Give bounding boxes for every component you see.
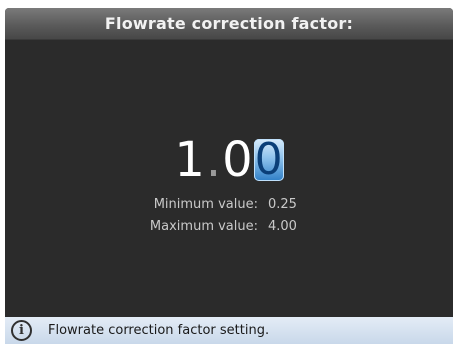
- first-decimal-digit[interactable]: 0: [222, 136, 253, 184]
- page-title: Flowrate correction factor:: [104, 14, 354, 33]
- value-editor[interactable]: 1 . 0 0: [5, 136, 453, 184]
- minimum-row: Minimum value: 0.25: [5, 194, 453, 216]
- minimum-value: 0.25: [268, 197, 297, 212]
- device-screen: Flowrate correction factor: 1 . 0 0 Mini…: [5, 8, 453, 344]
- maximum-label: Maximum value:: [149, 219, 258, 234]
- minimum-label: Minimum value:: [153, 197, 258, 212]
- status-text: Flowrate correction factor setting.: [48, 323, 270, 338]
- value-limits: Minimum value: 0.25 Maximum value: 4.00: [5, 194, 453, 238]
- status-bar: i Flowrate correction factor setting.: [5, 317, 453, 344]
- integer-digit[interactable]: 1: [174, 136, 205, 184]
- selected-decimal-digit[interactable]: 0: [253, 138, 284, 182]
- maximum-row: Maximum value: 4.00: [5, 216, 453, 238]
- maximum-value: 4.00: [268, 219, 297, 234]
- info-icon: i: [11, 320, 32, 341]
- decimal-separator: .: [205, 132, 222, 188]
- title-bar: Flowrate correction factor:: [5, 8, 453, 40]
